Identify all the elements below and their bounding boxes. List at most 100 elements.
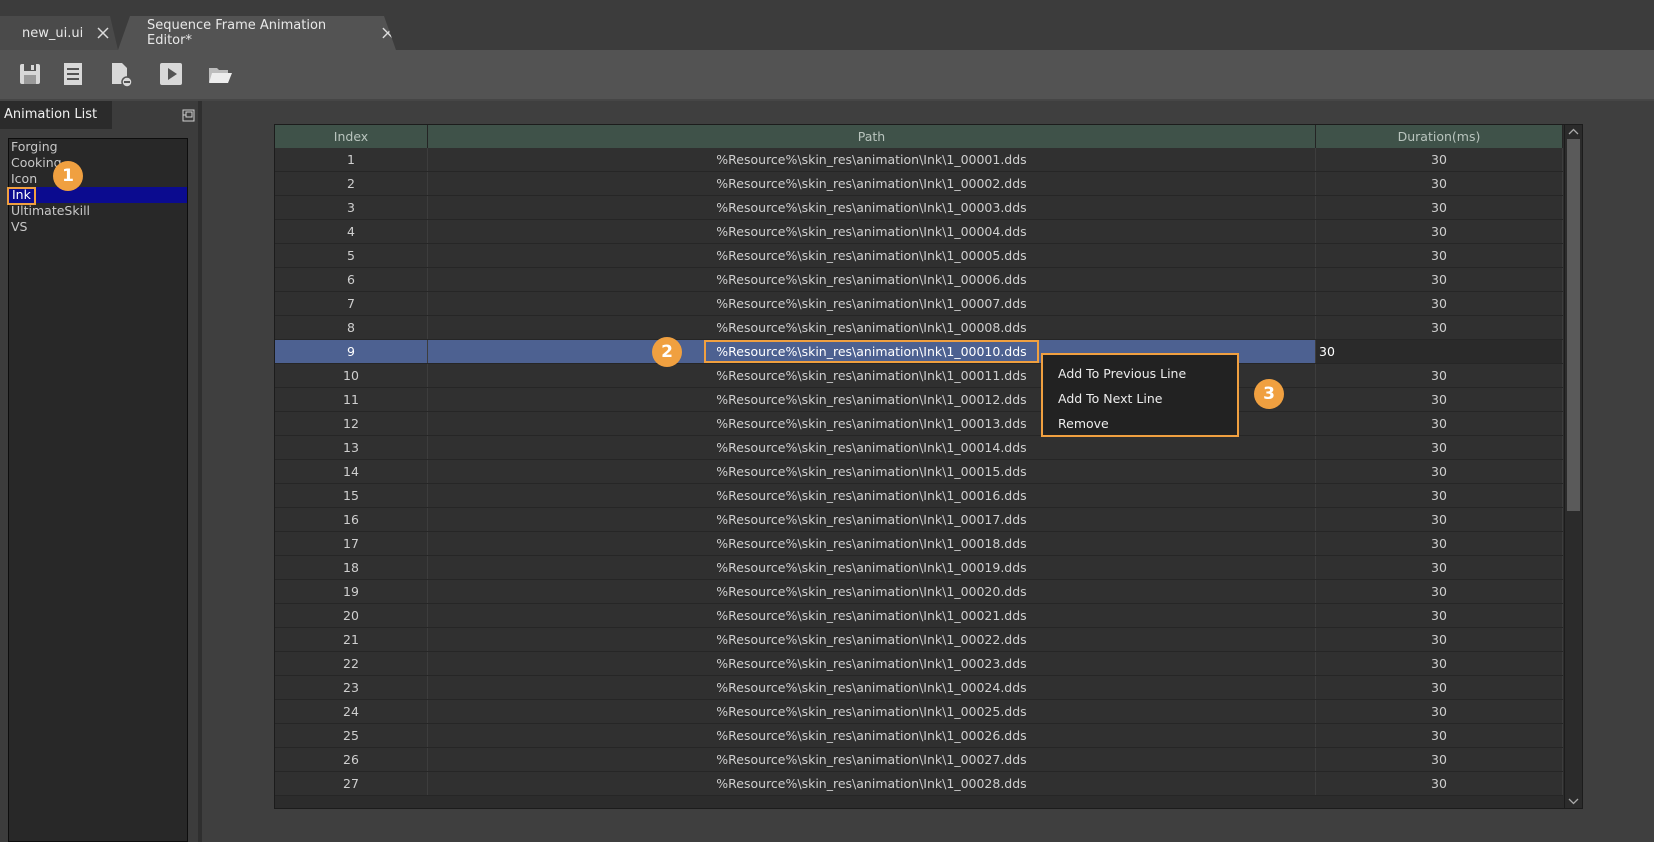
- cell-duration[interactable]: 30: [1316, 532, 1563, 555]
- column-header-path[interactable]: Path: [428, 125, 1316, 148]
- table-row[interactable]: 6 %Resource%\skin_res\animation\Ink\1_000…: [275, 268, 1563, 292]
- table-row[interactable]: 5 %Resource%\skin_res\animation\Ink\1_000…: [275, 244, 1563, 268]
- tab-sequence-frame-animation-editor[interactable]: Sequence Frame Animation Editor*: [118, 16, 396, 50]
- play-icon[interactable]: [157, 60, 185, 88]
- pin-icon[interactable]: [182, 109, 195, 122]
- table-row[interactable]: 11 %Resource%\skin_res\animation\Ink\1_00…: [275, 388, 1563, 412]
- cell-duration[interactable]: 30: [1316, 244, 1563, 267]
- cell-duration[interactable]: 30: [1316, 316, 1563, 339]
- close-icon[interactable]: [380, 25, 396, 41]
- scroll-up-icon[interactable]: [1565, 125, 1582, 139]
- scroll-down-icon[interactable]: [1565, 794, 1582, 808]
- cell-duration[interactable]: 30: [1316, 508, 1563, 531]
- cell-path[interactable]: %Resource%\skin_res\animation\Ink\1_0000…: [428, 148, 1316, 171]
- folder-open-icon[interactable]: [206, 60, 234, 88]
- table-row[interactable]: 16 %Resource%\skin_res\animation\Ink\1_00…: [275, 508, 1563, 532]
- animation-list[interactable]: Forging Cooking Icon Ink UltimateSkill V…: [7, 138, 188, 842]
- save-icon[interactable]: [16, 60, 44, 88]
- file-remove-icon[interactable]: [106, 60, 134, 88]
- cell-duration[interactable]: 30: [1316, 724, 1563, 747]
- cell-duration[interactable]: 30: [1316, 460, 1563, 483]
- cell-duration[interactable]: 30: [1316, 412, 1563, 435]
- cell-path[interactable]: %Resource%\skin_res\animation\Ink\1_0000…: [428, 316, 1316, 339]
- cell-path[interactable]: %Resource%\skin_res\animation\Ink\1_0001…: [428, 436, 1316, 459]
- table-row[interactable]: 12 %Resource%\skin_res\animation\Ink\1_00…: [275, 412, 1563, 436]
- menu-item-remove[interactable]: Remove: [1043, 411, 1237, 436]
- table-row[interactable]: 10 %Resource%\skin_res\animation\Ink\1_00…: [275, 364, 1563, 388]
- cell-duration[interactable]: 30: [1316, 748, 1563, 771]
- tab-new-ui[interactable]: new_ui.ui: [0, 16, 118, 50]
- table-row[interactable]: 19 %Resource%\skin_res\animation\Ink\1_00…: [275, 580, 1563, 604]
- cell-duration[interactable]: 30: [1316, 172, 1563, 195]
- table-row[interactable]: 20 %Resource%\skin_res\animation\Ink\1_00…: [275, 604, 1563, 628]
- cell-path[interactable]: %Resource%\skin_res\animation\Ink\1_0002…: [428, 676, 1316, 699]
- list-icon[interactable]: [59, 60, 87, 88]
- close-icon[interactable]: [95, 25, 111, 41]
- cell-duration[interactable]: 30: [1316, 148, 1563, 171]
- cell-path[interactable]: %Resource%\skin_res\animation\Ink\1_0002…: [428, 772, 1316, 795]
- table-row[interactable]: 25 %Resource%\skin_res\animation\Ink\1_00…: [275, 724, 1563, 748]
- menu-item-add-to-previous-line[interactable]: Add To Previous Line: [1043, 361, 1237, 386]
- cell-path[interactable]: %Resource%\skin_res\animation\Ink\1_0002…: [428, 652, 1316, 675]
- cell-duration[interactable]: 30: [1316, 676, 1563, 699]
- table-row[interactable]: 3 %Resource%\skin_res\animation\Ink\1_000…: [275, 196, 1563, 220]
- cell-duration[interactable]: 30: [1316, 580, 1563, 603]
- table-row[interactable]: 21 %Resource%\skin_res\animation\Ink\1_00…: [275, 628, 1563, 652]
- cell-duration[interactable]: 30: [1316, 604, 1563, 627]
- cell-duration[interactable]: 30: [1316, 484, 1563, 507]
- animation-list-item[interactable]: Cooking: [9, 155, 187, 171]
- table-row[interactable]: 4 %Resource%\skin_res\animation\Ink\1_000…: [275, 220, 1563, 244]
- cell-path[interactable]: %Resource%\skin_res\animation\Ink\1_0001…: [428, 460, 1316, 483]
- cell-duration[interactable]: 30: [1316, 196, 1563, 219]
- cell-duration[interactable]: 30: [1316, 292, 1563, 315]
- animation-list-item[interactable]: Forging: [9, 139, 187, 155]
- table-row[interactable]: 18 %Resource%\skin_res\animation\Ink\1_00…: [275, 556, 1563, 580]
- table-row[interactable]: 24 %Resource%\skin_res\animation\Ink\1_00…: [275, 700, 1563, 724]
- cell-path[interactable]: %Resource%\skin_res\animation\Ink\1_0001…: [428, 556, 1316, 579]
- cell-duration[interactable]: 30: [1316, 628, 1563, 651]
- column-header-duration[interactable]: Duration(ms): [1316, 125, 1563, 148]
- animation-list-item[interactable]: Icon: [9, 171, 187, 187]
- cell-duration[interactable]: 30: [1316, 652, 1563, 675]
- cell-path[interactable]: %Resource%\skin_res\animation\Ink\1_0002…: [428, 628, 1316, 651]
- cell-duration[interactable]: 30: [1316, 700, 1563, 723]
- cell-duration[interactable]: 30: [1316, 340, 1563, 363]
- cell-path[interactable]: %Resource%\skin_res\animation\Ink\1_0000…: [428, 172, 1316, 195]
- cell-duration[interactable]: 30: [1316, 388, 1563, 411]
- cell-path[interactable]: %Resource%\skin_res\animation\Ink\1_0000…: [428, 292, 1316, 315]
- cell-path[interactable]: %Resource%\skin_res\animation\Ink\1_0001…: [428, 484, 1316, 507]
- animation-list-item-selected[interactable]: Ink: [7, 187, 187, 205]
- cell-path[interactable]: %Resource%\skin_res\animation\Ink\1_0002…: [428, 580, 1316, 603]
- animation-list-item[interactable]: UltimateSkill: [9, 203, 187, 219]
- scrollbar-thumb[interactable]: [1567, 139, 1580, 511]
- table-row[interactable]: 17 %Resource%\skin_res\animation\Ink\1_00…: [275, 532, 1563, 556]
- animation-list-item[interactable]: VS: [9, 219, 187, 235]
- cell-path[interactable]: %Resource%\skin_res\animation\Ink\1_0002…: [428, 604, 1316, 627]
- cell-path[interactable]: %Resource%\skin_res\animation\Ink\1_0000…: [428, 220, 1316, 243]
- cell-path[interactable]: %Resource%\skin_res\animation\Ink\1_0001…: [428, 532, 1316, 555]
- table-row[interactable]: 7 %Resource%\skin_res\animation\Ink\1_000…: [275, 292, 1563, 316]
- table-row[interactable]: 23 %Resource%\skin_res\animation\Ink\1_00…: [275, 676, 1563, 700]
- cell-path[interactable]: %Resource%\skin_res\animation\Ink\1_0000…: [428, 268, 1316, 291]
- table-row[interactable]: 15 %Resource%\skin_res\animation\Ink\1_00…: [275, 484, 1563, 508]
- cell-path[interactable]: %Resource%\skin_res\animation\Ink\1_0002…: [428, 724, 1316, 747]
- cell-path[interactable]: %Resource%\skin_res\animation\Ink\1_0000…: [428, 244, 1316, 267]
- cell-duration[interactable]: 30: [1316, 364, 1563, 387]
- table-row[interactable]: 1 %Resource%\skin_res\animation\Ink\1_000…: [275, 148, 1563, 172]
- table-row[interactable]: 26 %Resource%\skin_res\animation\Ink\1_00…: [275, 748, 1563, 772]
- cell-duration[interactable]: 30: [1316, 436, 1563, 459]
- cell-duration[interactable]: 30: [1316, 556, 1563, 579]
- cell-path[interactable]: %Resource%\skin_res\animation\Ink\1_0002…: [428, 748, 1316, 771]
- cell-path[interactable]: %Resource%\skin_res\animation\Ink\1_0000…: [428, 196, 1316, 219]
- table-row[interactable]: 14 %Resource%\skin_res\animation\Ink\1_00…: [275, 460, 1563, 484]
- cell-path[interactable]: %Resource%\skin_res\animation\Ink\1_0002…: [428, 700, 1316, 723]
- table-row[interactable]: 8 %Resource%\skin_res\animation\Ink\1_000…: [275, 316, 1563, 340]
- table-row[interactable]: 27 %Resource%\skin_res\animation\Ink\1_00…: [275, 772, 1563, 796]
- cell-duration[interactable]: 30: [1316, 772, 1563, 795]
- column-header-index[interactable]: Index: [275, 125, 428, 148]
- menu-item-add-to-next-line[interactable]: Add To Next Line: [1043, 386, 1237, 411]
- table-row[interactable]: 22 %Resource%\skin_res\animation\Ink\1_00…: [275, 652, 1563, 676]
- vertical-scrollbar[interactable]: [1564, 125, 1582, 808]
- cell-duration[interactable]: 30: [1316, 268, 1563, 291]
- table-row[interactable]: 2 %Resource%\skin_res\animation\Ink\1_000…: [275, 172, 1563, 196]
